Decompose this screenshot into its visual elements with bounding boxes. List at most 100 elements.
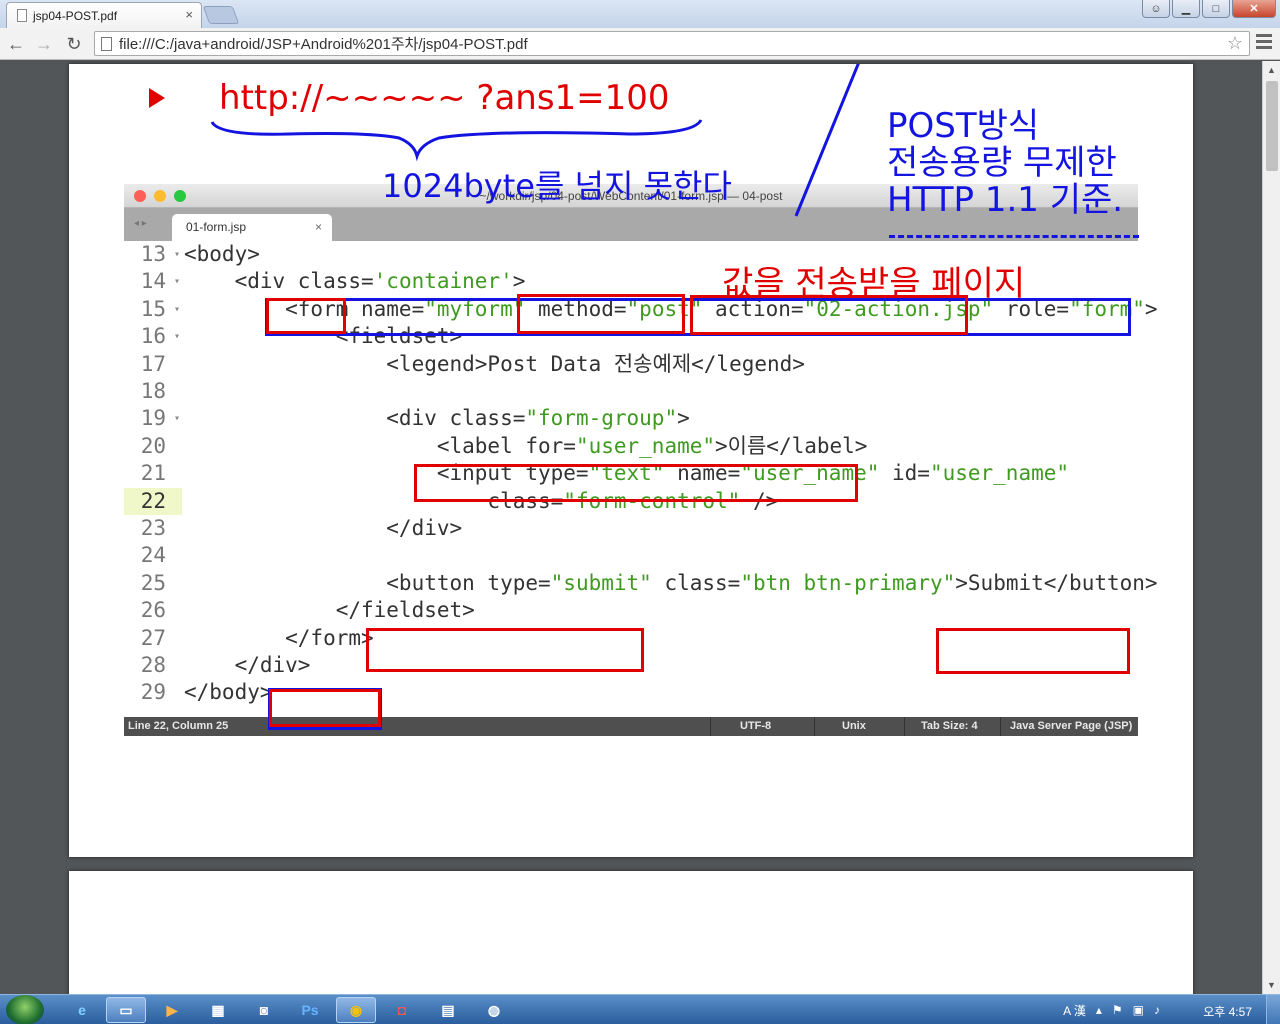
input-red-box	[414, 464, 858, 502]
fold-arrow-icon[interactable]: ▾	[174, 296, 180, 323]
line-number: 24	[140, 543, 166, 568]
annotation-url-example: http://~~~~~ ?ans1=100	[219, 78, 670, 118]
code-line: <body>	[184, 242, 260, 266]
code-line: </form>	[184, 625, 374, 650]
notepad-icon[interactable]: ▤	[428, 997, 468, 1023]
editor-tab-label: 01-form.jsp	[186, 220, 247, 234]
submit-red-box	[936, 628, 1130, 674]
maximize-button[interactable]: □	[1202, 0, 1230, 18]
line-number: 20	[140, 433, 166, 458]
new-tab-button[interactable]	[202, 6, 240, 24]
line-number: 18	[140, 379, 166, 403]
start-button[interactable]	[6, 995, 44, 1024]
code-line: <div class='container'>	[184, 269, 526, 294]
fold-arrow-icon[interactable]: ▾	[174, 268, 180, 295]
annotation-underline	[889, 235, 1139, 238]
network-globe-icon[interactable]: ◍	[474, 997, 514, 1023]
zoom-light-icon	[174, 190, 186, 202]
line-number: 26	[140, 598, 166, 623]
address-text: file:///C:/java+android/JSP+Android%201주…	[119, 36, 528, 53]
line-number: 27	[140, 625, 166, 650]
status-divider	[904, 717, 905, 736]
code-line: <label for="user_name">이름</label>	[184, 433, 868, 458]
line-number: 21	[140, 461, 166, 486]
line-number: 25	[140, 570, 166, 595]
line-number: 28	[140, 653, 166, 677]
ime-indicator[interactable]: A 漢	[1063, 1002, 1086, 1019]
line-number: 29	[140, 680, 166, 705]
volume-icon[interactable]: ♪	[1154, 1003, 1160, 1017]
menu-icon[interactable]	[1256, 34, 1272, 50]
page-icon	[101, 37, 112, 51]
status-divider	[1000, 717, 1001, 736]
reload-icon[interactable]: ↻	[62, 32, 86, 56]
form-open-red-box	[266, 298, 346, 334]
status-divider	[814, 717, 815, 736]
post-note-line-2: 전송용량 무제한	[887, 143, 1117, 183]
pdf-viewer: http://~~~~~ ?ans1=100 1024byte를 넘지 못한다 …	[0, 61, 1262, 994]
address-bar[interactable]: file:///C:/java+android/JSP+Android%201주…	[94, 31, 1250, 56]
tab-title: jsp04-POST.pdf	[33, 8, 118, 23]
fold-arrow-icon[interactable]: ▾	[174, 405, 180, 432]
tab-nav-arrows-icon: ◂ ▸	[134, 218, 147, 229]
line-number: 15 ▾	[140, 296, 180, 323]
line-number: 16 ▾	[140, 323, 180, 350]
status-encoding: UTF-8	[740, 720, 772, 732]
minimize-button[interactable]: ▁	[1172, 0, 1200, 18]
network-icon[interactable]: ▣	[1133, 1003, 1144, 1017]
tab-close-icon[interactable]: ×	[185, 7, 193, 22]
close-button[interactable]: ✕	[1232, 0, 1276, 18]
media-player-icon[interactable]: ▶	[152, 997, 192, 1023]
windows-taskbar: e ▭ ▶ ▦ ◙ Ps ◉ ◘ ▤ ◍ A 漢 ▴ ⚑ ▣ ♪ 오후 4:57	[0, 994, 1280, 1024]
fold-arrow-icon[interactable]: ▾	[174, 323, 180, 350]
code-line: </div>	[184, 653, 311, 677]
application-icon[interactable]: ◙	[244, 997, 284, 1023]
status-tab-size: Tab Size: 4	[921, 720, 978, 732]
annotation-action-note: 값을 전송받을 페이지	[722, 264, 1026, 304]
forward-arrow-icon[interactable]: →	[32, 32, 56, 56]
action-center-flag-icon[interactable]: ⚑	[1112, 1003, 1123, 1017]
line-number: 17	[140, 351, 166, 376]
status-position: Line 22, Column 25	[128, 720, 229, 732]
bookmark-star-icon[interactable]: ☆	[1227, 33, 1243, 54]
scroll-up-icon[interactable]: ▲	[1267, 65, 1276, 75]
code-line: <button type="submit" class="btn btn-pri…	[184, 570, 1158, 595]
tray-expand-icon[interactable]: ▴	[1096, 1003, 1102, 1017]
bullet-triangle-icon	[149, 88, 165, 108]
show-desktop-button[interactable]	[1266, 995, 1280, 1024]
form-close-red-box	[269, 689, 381, 727]
scroll-down-icon[interactable]: ▼	[1267, 980, 1276, 990]
line-number-gutter: 13 ▾ 14 ▾ 15 ▾ 16 ▾ 17 18 19 ▾ 20 21 22 23 24 25 26 27 28 29	[124, 241, 182, 717]
browser-tab[interactable]: jsp04-POST.pdf ×	[6, 2, 202, 28]
line-number: 14 ▾	[140, 268, 180, 295]
code-line: <legend>Post Data 전송예제</legend>	[184, 351, 805, 376]
taskbar-clock[interactable]: 오후 4:57	[1203, 1003, 1252, 1020]
editor-tab-close-icon: ×	[314, 220, 322, 234]
curly-brace-stroke	[210, 119, 703, 162]
internet-explorer-icon[interactable]: e	[62, 997, 102, 1023]
annotation-get-limit: 1024byte를 넘지 못한다	[382, 167, 732, 205]
scroll-thumb[interactable]	[1266, 81, 1278, 171]
browser-toolbar: ← → ↻ file:///C:/java+android/JSP+Androi…	[0, 28, 1280, 60]
pdf-page-next	[69, 871, 1193, 994]
calculator-icon[interactable]: ▦	[198, 997, 238, 1023]
status-syntax: Java Server Page (JSP)	[1010, 720, 1133, 732]
code-line: <div class="form-group">	[184, 406, 690, 431]
editor-tab: 01-form.jsp ×	[172, 214, 332, 241]
button-type-red-box	[366, 628, 644, 672]
vertical-scrollbar[interactable]: ▲ ▼	[1262, 61, 1280, 994]
capture-tool-icon[interactable]: ◘	[382, 997, 422, 1023]
close-light-icon	[134, 190, 146, 202]
user-icon[interactable]: ☺	[1142, 0, 1170, 18]
code-line: </div>	[184, 516, 463, 540]
browser-titlebar: jsp04-POST.pdf × ☺ ▁ □ ✕	[0, 0, 1280, 28]
status-divider	[710, 717, 711, 736]
minimize-light-icon	[154, 190, 166, 202]
chrome-icon[interactable]: ◉	[336, 997, 376, 1023]
annotation-post-note: POST방식 전송용량 무제한 HTTP 1.1 기준.	[887, 108, 1123, 219]
window-controls: ☺ ▁ □ ✕	[1142, 0, 1276, 18]
fold-arrow-icon[interactable]: ▾	[174, 241, 180, 268]
photoshop-icon[interactable]: Ps	[290, 997, 330, 1023]
back-arrow-icon[interactable]: ←	[4, 32, 28, 56]
file-explorer-icon[interactable]: ▭	[106, 997, 146, 1023]
